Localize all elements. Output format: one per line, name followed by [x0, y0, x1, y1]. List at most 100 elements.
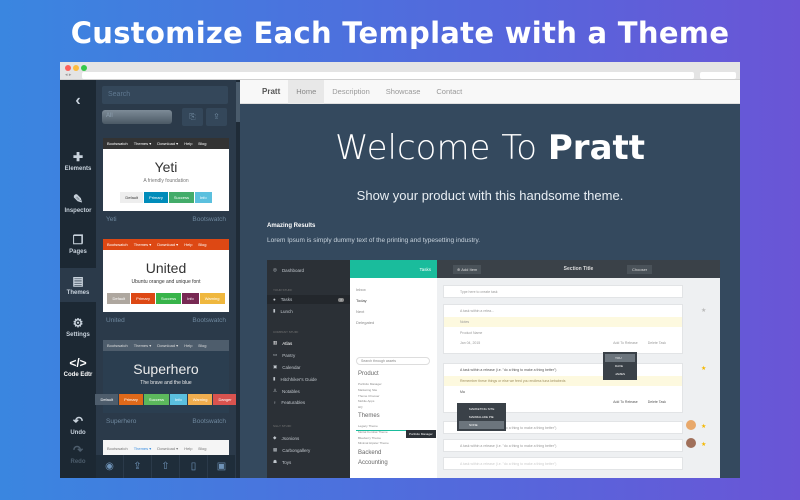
code-icon: </> [69, 356, 87, 370]
theme-source: Bootswatch [192, 418, 226, 425]
sample-button: Danger [213, 394, 237, 405]
star-icon: ★ [701, 424, 707, 430]
hero-title: Welcome To Pratt [240, 128, 740, 168]
card-nav: Download ▾ [157, 445, 179, 451]
task-title: A task within a relea... [460, 309, 495, 313]
theme-card-superhero[interactable]: Bootswatch Themes ▾ Download ▾ Help Blog Sup… [95, 340, 237, 425]
rail-code-editor[interactable]: </> Code Edtr [60, 356, 96, 378]
list-item: Minimal Hipster Theme [358, 441, 389, 446]
app-window: ◂ ▸ ‹ ✚ Elements ✎ Inspector ❐ Pages ▤ Theme… [60, 62, 740, 478]
rail-redo[interactable]: ↷ Redo [60, 443, 96, 465]
browser-search[interactable] [700, 72, 736, 79]
task-product: Ma [460, 390, 465, 394]
tasks-badge: 8 [338, 297, 344, 302]
sidebar-item: ▥ Atlas [273, 340, 293, 346]
card-nav: Blog [198, 242, 207, 247]
card-nav: Blog [198, 141, 207, 146]
nav-home[interactable]: Home [288, 79, 325, 104]
task-meta: Jan 04, 2015 Add To Release Delete Task [460, 341, 666, 345]
theme-search-input[interactable]: Search [102, 86, 228, 104]
export-theme-button[interactable]: ⇪ [206, 108, 227, 126]
nav-contact[interactable]: Contact [428, 80, 470, 104]
app-sidebar: ◎ Dashboard YOUR STUFF ● Tasks 8 ▮ Lunch … [267, 260, 350, 478]
share-icon[interactable]: ⇪ [124, 455, 152, 478]
sample-button: Success [143, 394, 170, 405]
card-brand: Bootswatch [107, 141, 128, 146]
maximize-button[interactable] [81, 65, 87, 71]
theme-name: Yeti [106, 216, 117, 223]
avatar [686, 420, 696, 430]
card-nav: Help [184, 141, 193, 146]
star-icon: ★ [701, 442, 707, 448]
tool-rail: ‹ ✚ Elements ✎ Inspector ❐ Pages ▤ Themes ⚙ S… [60, 80, 96, 478]
redo-icon: ↷ [72, 443, 84, 457]
theme-subtitle: Ubuntu orange and unique font [131, 279, 201, 285]
theme-list: Legacy Theme Mortal Kombat Theme Blueberry… [358, 424, 389, 447]
url-bar[interactable] [82, 72, 694, 79]
sample-button: Warning [187, 394, 213, 405]
site-brand[interactable]: Pratt [262, 87, 280, 96]
app-middle-column: Tasks Inbox Today Next Delegated Search … [350, 260, 437, 478]
dropdown-option: JAMES [615, 372, 626, 376]
nav-description[interactable]: Description [324, 80, 378, 104]
eye-icon[interactable]: ◉ [96, 455, 124, 478]
sample-button: Primary [144, 192, 168, 203]
add-to-release: Add To Release [613, 341, 638, 345]
bottom-toolbar: ◉ ⇪ ⇧ ▯ ▣ [96, 455, 236, 478]
rail-elements[interactable]: ✚ Elements [60, 150, 96, 172]
card-nav: Help [184, 242, 193, 247]
title-bar: ◂ ▸ [60, 62, 740, 80]
dropdown-option: DAVE [615, 364, 623, 368]
back-forward-icon[interactable]: ◂ ▸ [65, 72, 71, 78]
sidebar-item: ☗ Toys [273, 459, 292, 465]
section-text: Lorem Ipsum is simply dummy text of the … [267, 237, 481, 244]
dropdown-option: MARKETING SITE [469, 407, 495, 411]
sidebar-item: ▮ Hitchhiker's Guide [273, 376, 317, 382]
task-product: Product Name [460, 331, 483, 335]
section-title: Amazing Results [267, 223, 316, 229]
minimize-button[interactable] [73, 65, 79, 71]
rail-settings[interactable]: ⚙ Settings [60, 316, 96, 338]
chevron-left-icon[interactable]: ‹ [60, 92, 96, 110]
filter-item: Delegated [356, 320, 375, 325]
task-row: A task within a release (i.e. "do a thin… [443, 457, 683, 470]
asset-search: Search through assets [356, 357, 430, 365]
nav-showcase[interactable]: Showcase [378, 80, 429, 104]
list-item: Portfolio Manager [358, 382, 382, 386]
puzzle-icon: ✚ [72, 150, 84, 164]
star-icon: ★ [701, 366, 707, 372]
theme-filter-select[interactable]: All [102, 110, 172, 124]
rail-undo[interactable]: ↶ Undo [60, 414, 96, 436]
product-list: Portfolio Manager Marketing Site Theme Cho… [358, 382, 382, 411]
upload-icon[interactable]: ⇧ [152, 455, 180, 478]
hero-title-light: Welcome To [334, 128, 548, 168]
theme-name: United [106, 317, 125, 324]
theme-card-next[interactable]: Bootswatch Themes ▾ Download ▾ Help Blog [103, 440, 229, 456]
card-nav: Themes ▾ [133, 242, 152, 247]
delete-task: Delete Task [647, 341, 666, 345]
rail-inspector[interactable]: ✎ Inspector [60, 192, 96, 214]
sample-button: Success [155, 293, 182, 304]
new-task-input: Type here to create task [443, 285, 683, 298]
import-theme-button[interactable]: ⎘ [182, 108, 203, 126]
filter-item: Inbox [356, 287, 366, 292]
brush-icon: ✎ [72, 192, 84, 206]
sidebar-item: ▭ Pantry [273, 352, 296, 358]
theme-card-united[interactable]: Bootswatch Themes ▾ Download ▾ Help Blog Uni… [103, 239, 229, 324]
sidebar-item: ▩ Carbongallery [273, 447, 311, 453]
sample-button: Primary [131, 293, 155, 304]
rail-pages[interactable]: ❐ Pages [60, 233, 96, 255]
card-nav: Help [184, 343, 193, 348]
save-icon[interactable]: ▣ [208, 455, 236, 478]
theme-source: Bootswatch [192, 317, 226, 324]
hero-tagline: Show your product with this handsome the… [356, 188, 624, 203]
tasks-header: Tasks [350, 260, 437, 278]
rail-themes[interactable]: ▤ Themes [60, 268, 96, 302]
release-dropdown: MARKETING SITE MARMALADE PIE NONE [457, 403, 507, 431]
theme-card-yeti[interactable]: Bootswatch Themes ▾ Download ▾ Help Blog Yet… [103, 138, 229, 223]
sample-button: Primary [119, 394, 143, 405]
pages-icon: ❐ [72, 233, 84, 247]
close-button[interactable] [65, 65, 71, 71]
sidebar-heading: SILLY STUFF [273, 424, 292, 428]
mobile-icon[interactable]: ▯ [180, 455, 208, 478]
